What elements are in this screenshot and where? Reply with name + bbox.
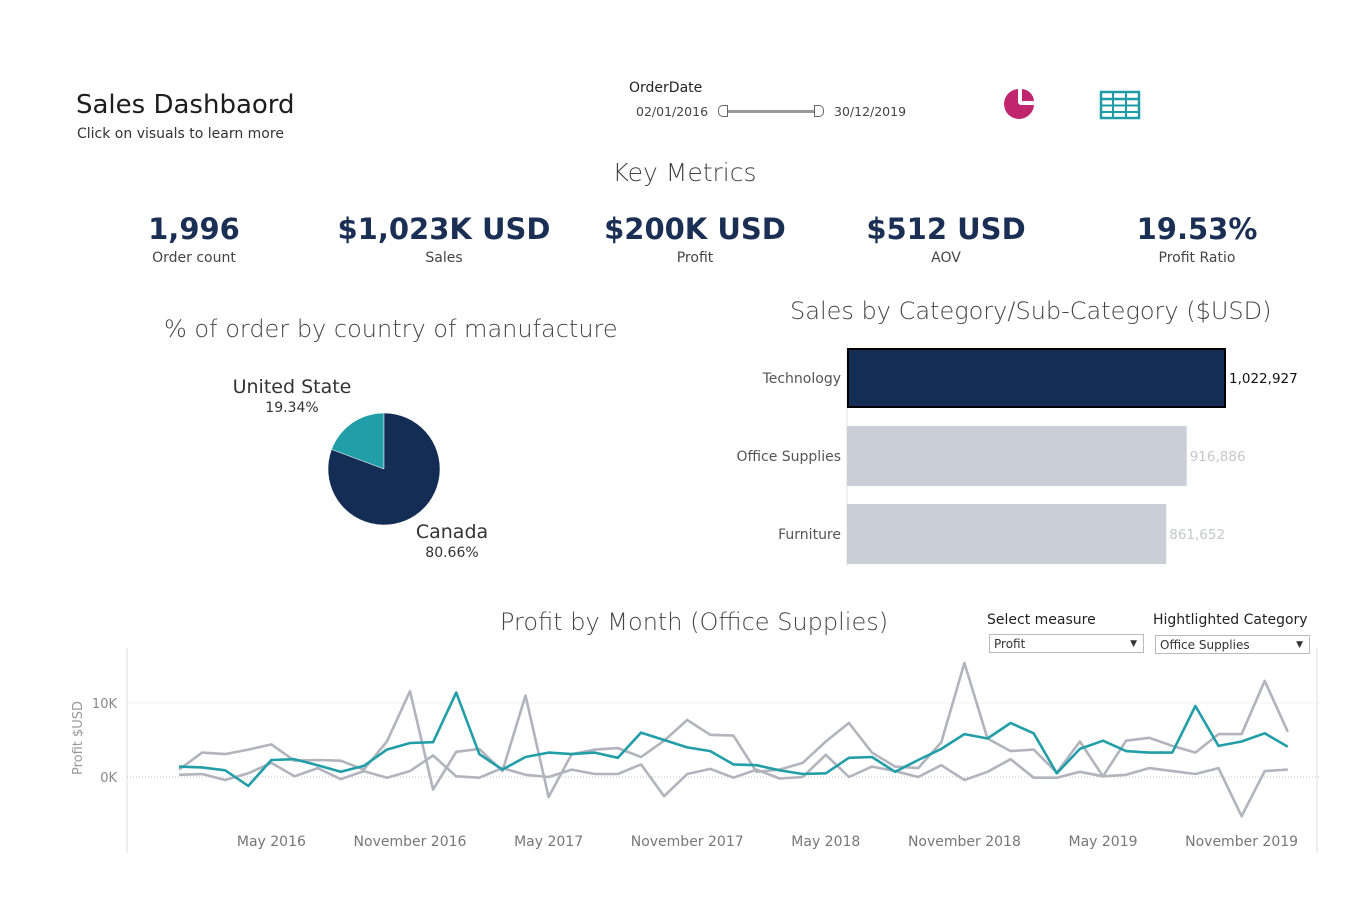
metric-label: AOV (931, 250, 961, 266)
orderdate-filter-label: OrderDate (629, 80, 703, 96)
bar-category-label: Office Supplies (736, 449, 841, 465)
metric-value: $200K USD (604, 212, 786, 246)
metric-label: Profit (676, 250, 714, 266)
key-metrics-title: Key Metrics (612, 158, 757, 187)
orderdate-end-value: 30/12/2019 (834, 104, 907, 119)
bar-value-label: 916,886 (1190, 449, 1246, 465)
x-tick-label: November 2018 (908, 834, 1021, 850)
pie-chart-icon[interactable] (1003, 86, 1037, 120)
pie-label-name: United State (232, 376, 352, 398)
line-chart-title: Profit by Month (Office Supplies) (500, 608, 889, 636)
metric-aov[interactable]: $512 USD AOV (816, 212, 1076, 266)
pie-chart-title: % of order by country of manufacture (164, 315, 618, 343)
bar-chart[interactable]: Technology 1,022,927 Office Supplies 916,88… (700, 340, 1340, 572)
table-grid-icon[interactable] (1099, 90, 1141, 120)
x-tick-label: May 2019 (1068, 834, 1137, 850)
bar-chart-title: Sales by Category/Sub-Category ($USD) (790, 297, 1272, 325)
orderdate-slider-track[interactable] (722, 110, 819, 113)
metric-value: 19.53% (1136, 212, 1258, 246)
x-tick-label: May 2017 (514, 834, 583, 850)
metric-order-count[interactable]: 1,996 Order count (64, 212, 324, 266)
bar-value-label: 861,652 (1169, 527, 1225, 543)
highlighted-category-label: Hightlighted Category (1153, 612, 1308, 628)
dashboard-subtitle: Click on visuals to learn more (77, 126, 284, 142)
x-tick-label: November 2017 (631, 834, 744, 850)
metric-value: 1,996 (148, 212, 240, 246)
y-axis-title: Profit $USD (71, 701, 86, 775)
bar-category-label: Technology (762, 371, 841, 387)
pie-label-percent: 80.66% (425, 545, 479, 561)
metric-sales[interactable]: $1,023K USD Sales (314, 212, 574, 266)
y-tick-label: 10K (92, 697, 118, 712)
select-measure-label: Select measure (987, 612, 1096, 628)
metric-value: $512 USD (866, 212, 1026, 246)
pie-label-percent: 19.34% (265, 400, 319, 416)
bar-office-supplies[interactable] (847, 426, 1187, 486)
dashboard-title: Sales Dashbaord (76, 90, 295, 120)
line-series-office-supplies[interactable] (178, 691, 1289, 788)
bar-value-label: 1,022,927 (1229, 371, 1298, 387)
bar-furniture[interactable] (847, 504, 1167, 564)
metric-profit-ratio[interactable]: 19.53% Profit Ratio (1067, 212, 1327, 266)
line-chart[interactable]: 0K 10K Profit $USD May 2016 November 2016 May… (60, 648, 1330, 860)
y-tick-label: 0K (100, 771, 117, 786)
orderdate-slider-start-handle[interactable] (718, 105, 728, 117)
pie-label-canada: Canada 80.66% (397, 521, 507, 561)
metric-label: Profit Ratio (1158, 250, 1236, 266)
bar-technology[interactable] (847, 348, 1226, 408)
pie-label-name: Canada (415, 521, 489, 543)
metric-label: Order count (152, 250, 236, 266)
orderdate-slider-end-handle[interactable] (814, 105, 824, 117)
x-tick-label: May 2018 (791, 834, 860, 850)
x-tick-label: November 2016 (354, 834, 467, 850)
orderdate-start-value: 02/01/2016 (636, 104, 709, 119)
pie-label-united-state: United State 19.34% (222, 376, 362, 416)
metric-value: $1,023K USD (337, 212, 551, 246)
bar-category-label: Furniture (778, 527, 841, 543)
metric-label: Sales (425, 250, 463, 266)
x-tick-label: May 2016 (237, 834, 306, 850)
x-tick-label: November 2019 (1185, 834, 1298, 850)
metric-profit[interactable]: $200K USD Profit (565, 212, 825, 266)
